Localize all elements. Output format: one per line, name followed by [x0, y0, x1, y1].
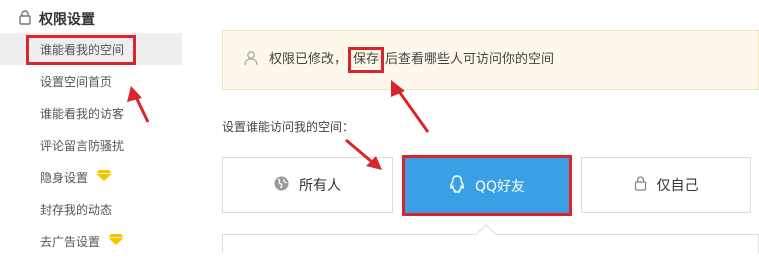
diamond-icon: [108, 234, 125, 248]
option-label: QQ好友: [474, 178, 526, 195]
sidebar-item-label: 评论留言防骚扰: [40, 138, 125, 153]
sidebar-item-label: 去广告设置: [40, 234, 101, 249]
sidebar-item-visitors[interactable]: 谁能看我的访客: [0, 97, 182, 129]
sidebar-item-anti-harassment[interactable]: 评论留言防骚扰: [0, 129, 182, 161]
notice-bar: 权限已修改， 保存 后查看哪些人可访问你的空间: [222, 30, 759, 90]
notice-text-after: 后查看哪些人可访问你的空间: [385, 52, 555, 67]
diamond-icon: [96, 170, 113, 184]
sidebar: 权限设置 谁能看我的空间 设置空间首页 谁能看我的访客 评论留言防骚扰 隐身设置…: [0, 0, 182, 253]
sidebar-item-label: 谁能看我的空间: [40, 42, 125, 57]
sidebar-item-homepage[interactable]: 设置空间首页: [0, 65, 182, 97]
sidebar-item-label: 设置空间首页: [40, 74, 113, 89]
option-qq-friends[interactable]: QQ好友: [402, 155, 572, 216]
sidebar-item-archive[interactable]: 封存我的动态: [0, 193, 182, 225]
qq-penguin-icon: [449, 174, 465, 197]
notice-text: 权限已修改， 保存 后查看哪些人可访问你的空间: [269, 47, 554, 73]
user-icon: [243, 50, 259, 70]
sidebar-title-label: 权限设置: [39, 12, 95, 28]
option-label: 仅自己: [656, 178, 699, 194]
lock-icon: [18, 9, 32, 29]
sidebar-item-label: 封存我的动态: [40, 202, 113, 217]
sidebar-menu: 谁能看我的空间 设置空间首页 谁能看我的访客 评论留言防骚扰 隐身设置 封存我的…: [0, 33, 182, 257]
save-link[interactable]: 保存: [348, 47, 385, 73]
lock-icon: [634, 175, 647, 195]
sidebar-item-invisible[interactable]: 隐身设置: [0, 161, 182, 193]
option-everyone[interactable]: 所有人: [222, 157, 393, 213]
sidebar-item-ad-free[interactable]: 去广告设置: [0, 225, 182, 257]
sidebar-item-who-can-view[interactable]: 谁能看我的空间: [0, 33, 182, 65]
sidebar-item-label: 隐身设置: [40, 170, 89, 185]
option-label: 所有人: [299, 178, 341, 194]
option-only-me[interactable]: 仅自己: [581, 157, 751, 213]
notice-text-before: 权限已修改，: [269, 52, 348, 67]
sidebar-item-label: 谁能看我的访客: [40, 106, 125, 121]
sidebar-title: 权限设置: [18, 8, 95, 30]
globe-icon: [274, 176, 289, 195]
visibility-label: 设置谁能访问我的空间：: [222, 120, 355, 134]
